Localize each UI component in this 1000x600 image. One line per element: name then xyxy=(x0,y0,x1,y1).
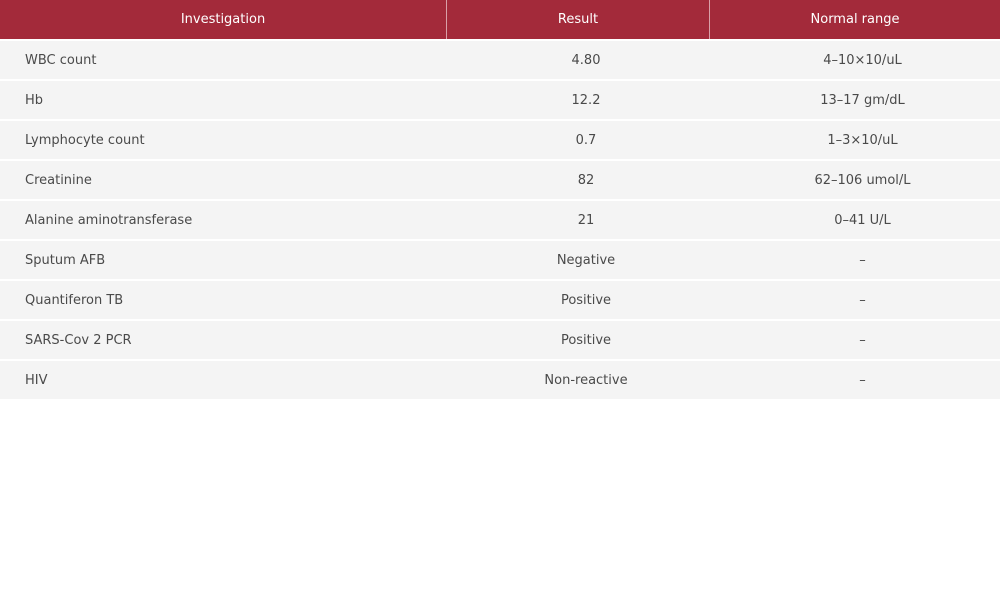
table-row: HIV Non-reactive – xyxy=(0,361,1000,399)
cell-result: Non-reactive xyxy=(544,372,628,388)
cell-investigation: Hb xyxy=(25,92,44,108)
table-row: WBC count 4.80 4–10×10/uL xyxy=(0,41,1000,79)
table-row: Hb 12.2 13–17 gm/dL xyxy=(0,81,1000,119)
cell-investigation: Sputum AFB xyxy=(25,252,106,268)
cell-normal-range: – xyxy=(859,372,866,388)
cell-investigation: Lymphocyte count xyxy=(25,132,145,148)
table-header: Investigation Result Normal range xyxy=(0,0,1000,39)
cell-result: 82 xyxy=(577,172,595,188)
cell-result: 12.2 xyxy=(571,92,601,108)
cell-result: 4.80 xyxy=(571,52,601,68)
table-row: Creatinine 82 62–106 umol/L xyxy=(0,161,1000,199)
cell-result: Positive xyxy=(560,332,612,348)
cell-investigation: WBC count xyxy=(25,52,97,68)
cell-result: 0.7 xyxy=(575,132,597,148)
cell-normal-range: 1–3×10/uL xyxy=(827,132,898,148)
cell-normal-range: – xyxy=(859,292,866,308)
header-result: Result xyxy=(447,0,710,39)
cell-investigation: Quantiferon TB xyxy=(25,292,124,308)
cell-normal-range: 0–41 U/L xyxy=(834,212,891,228)
cell-normal-range: 62–106 umol/L xyxy=(814,172,911,188)
cell-investigation: Alanine aminotransferase xyxy=(25,212,193,228)
cell-result: Positive xyxy=(560,292,612,308)
cell-normal-range: – xyxy=(859,252,866,268)
cell-normal-range: 13–17 gm/dL xyxy=(820,92,905,108)
header-investigation: Investigation xyxy=(0,0,447,39)
cell-investigation: Creatinine xyxy=(25,172,92,188)
table-row: SARS-Cov 2 PCR Positive – xyxy=(0,321,1000,359)
table-row: Sputum AFB Negative – xyxy=(0,241,1000,279)
lab-results-table: Investigation Result Normal range WBC co… xyxy=(0,0,1000,399)
table-row: Quantiferon TB Positive – xyxy=(0,281,1000,319)
table-row: Lymphocyte count 0.7 1–3×10/uL xyxy=(0,121,1000,159)
cell-normal-range: – xyxy=(859,332,866,348)
cell-investigation: HIV xyxy=(25,372,48,388)
cell-result: Negative xyxy=(556,252,616,268)
table-row: Alanine aminotransferase 21 0–41 U/L xyxy=(0,201,1000,239)
header-normal-range: Normal range xyxy=(810,12,900,27)
cell-investigation: SARS-Cov 2 PCR xyxy=(25,332,132,348)
cell-result: 21 xyxy=(577,212,595,228)
cell-normal-range: 4–10×10/uL xyxy=(823,52,902,68)
